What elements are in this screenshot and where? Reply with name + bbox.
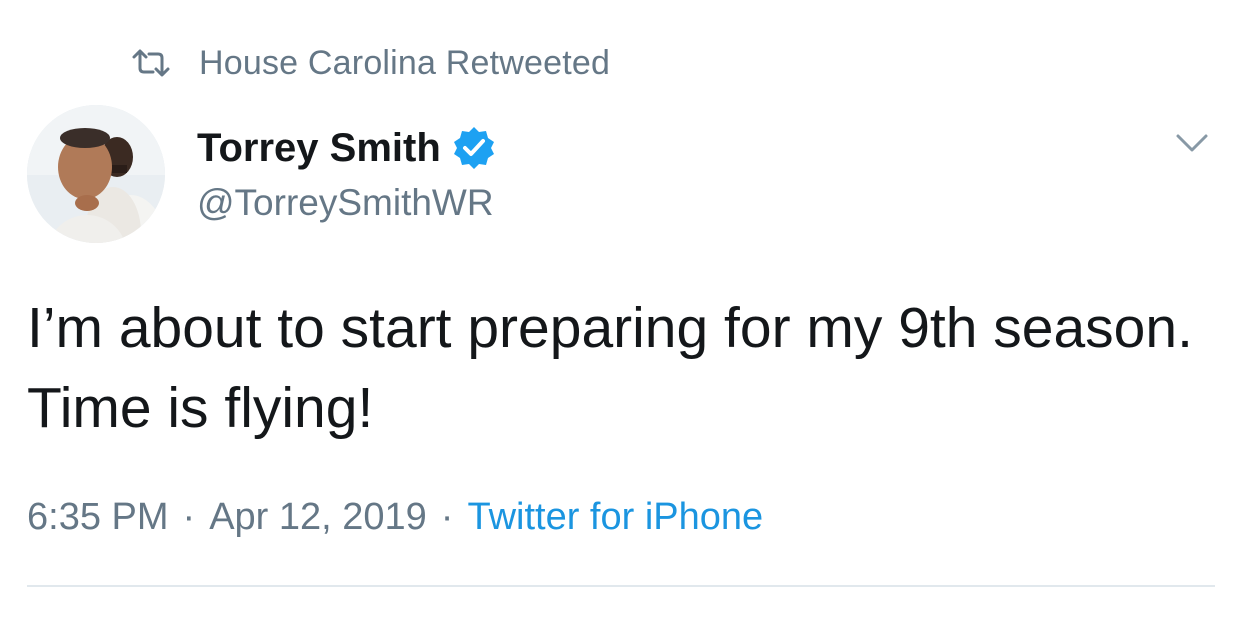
author-handle[interactable]: @TorreySmithWR	[197, 178, 494, 228]
meta-separator: ·	[182, 495, 196, 538]
tweet-text: I’m about to start preparing for my 9th …	[27, 296, 1193, 440]
retweet-context[interactable]: House Carolina Retweeted	[131, 42, 610, 84]
meta-separator: ·	[440, 495, 454, 538]
verified-badge-icon	[451, 125, 497, 171]
tweet-source-link[interactable]: Twitter for iPhone	[467, 496, 763, 539]
tweet-date[interactable]: Apr 12, 2019	[209, 496, 427, 539]
tweet-meta: 6:35 PM · Apr 12, 2019 · Twitter for iPh…	[27, 492, 763, 542]
author-name-row[interactable]: Torrey Smith	[197, 120, 497, 176]
retweet-icon	[131, 48, 171, 78]
chevron-down-icon[interactable]	[1172, 128, 1212, 158]
divider	[27, 585, 1215, 587]
tweet-time[interactable]: 6:35 PM	[27, 496, 169, 539]
retweet-label: House Carolina Retweeted	[199, 43, 611, 82]
avatar[interactable]	[27, 105, 165, 243]
display-name[interactable]: Torrey Smith	[197, 126, 441, 171]
